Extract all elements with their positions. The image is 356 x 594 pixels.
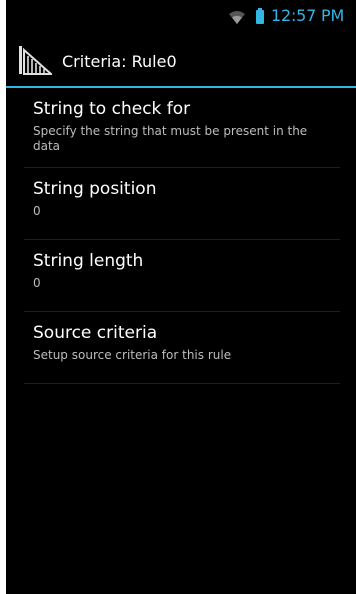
pref-title: Source criteria (33, 323, 158, 343)
battery-icon (256, 8, 264, 24)
pref-title: String to check for (33, 99, 191, 119)
status-bar: 12:57 PM (6, 0, 356, 32)
app-icon[interactable] (18, 44, 52, 76)
pref-summary: Specify the string that must be present … (33, 124, 308, 153)
pref-item-string-position[interactable]: String position 0 (24, 168, 340, 240)
pref-title: String length (33, 251, 144, 271)
pref-item-string-to-check[interactable]: String to check for Specify the string t… (24, 88, 340, 168)
phone-screen: 12:57 PM Criteria: Rule0 String to check… (6, 0, 356, 594)
pref-summary: 0 (33, 204, 41, 218)
pref-summary: 0 (33, 276, 41, 290)
action-bar: Criteria: Rule0 (6, 40, 356, 86)
pref-summary: Setup source criteria for this rule (33, 348, 232, 362)
preference-list: String to check for Specify the string t… (6, 88, 356, 384)
pref-title: String position (33, 179, 157, 199)
action-bar-title: Criteria: Rule0 (62, 52, 177, 71)
status-clock: 12:57 PM (271, 6, 345, 25)
wifi-icon (229, 11, 245, 24)
pref-item-source-criteria[interactable]: Source criteria Setup source criteria fo… (24, 312, 340, 384)
pref-item-string-length[interactable]: String length 0 (24, 240, 340, 312)
